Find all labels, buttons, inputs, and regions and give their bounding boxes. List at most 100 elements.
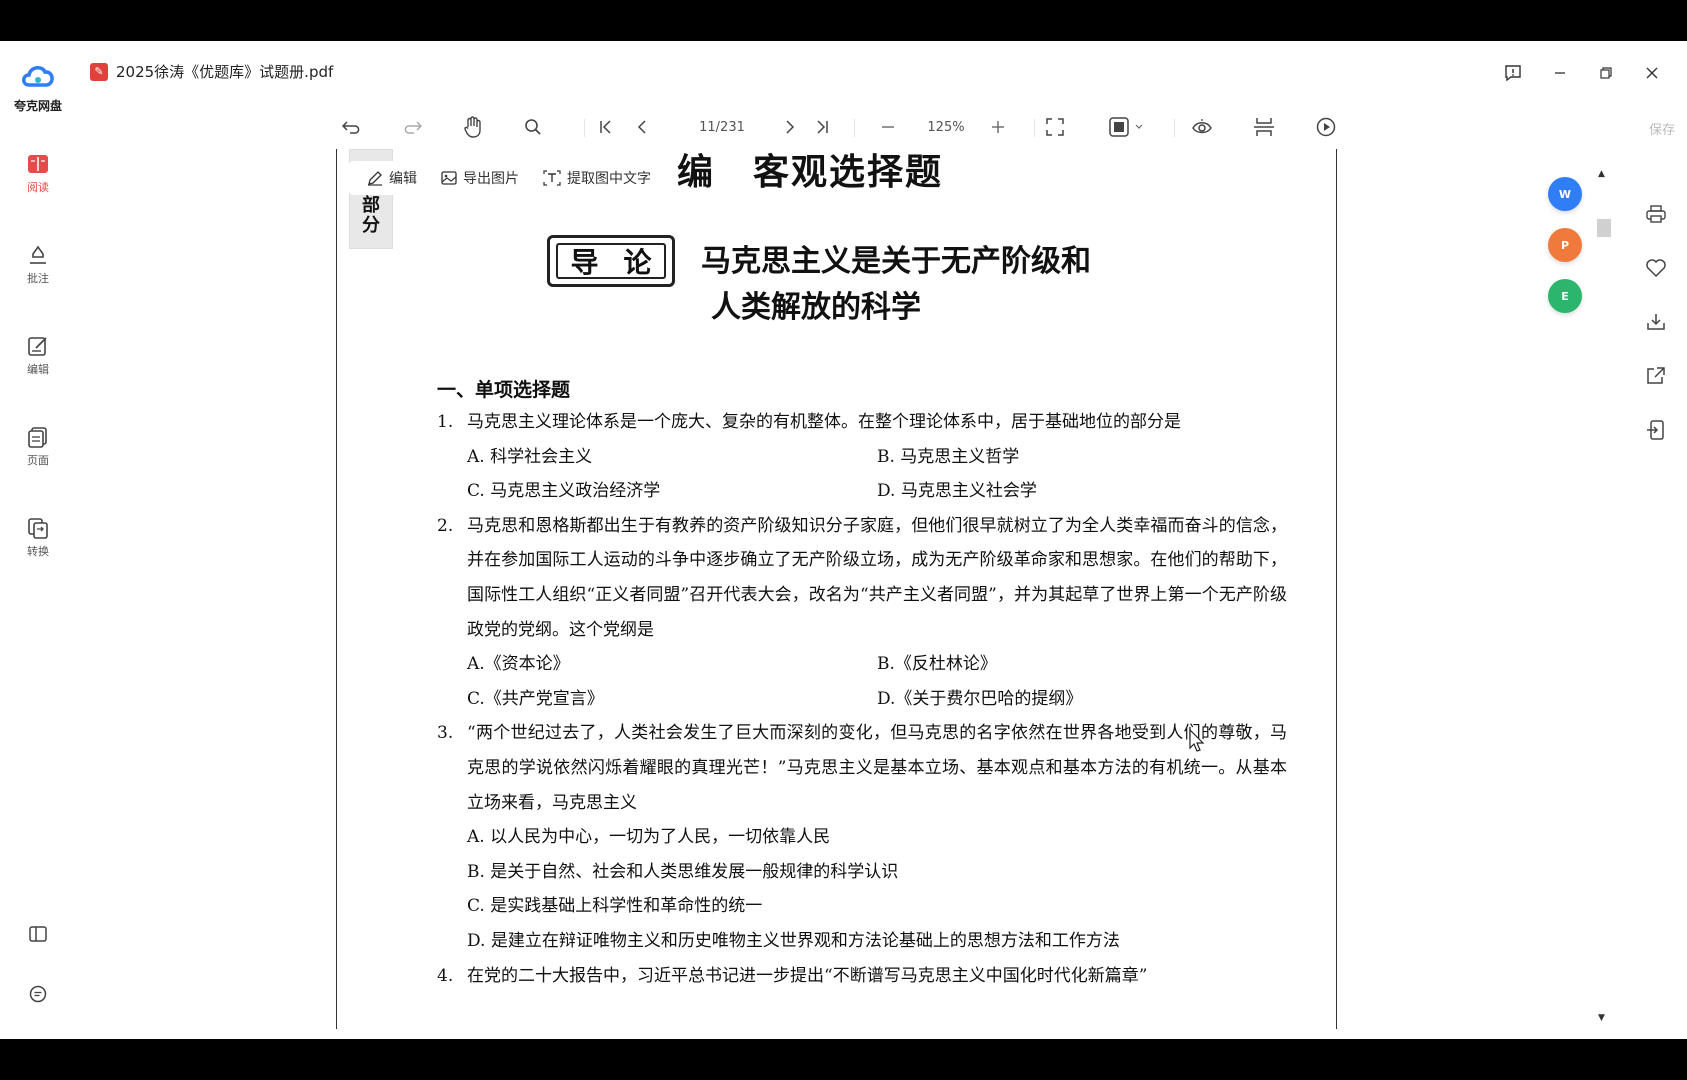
panel-toggle-icon[interactable] (25, 921, 51, 947)
file-title: ✎ 2025徐涛《优题库》试题册.pdf (90, 61, 333, 82)
nav-item-edit[interactable]: 编辑 (8, 333, 68, 377)
question-number: 4. (437, 965, 454, 986)
option: A. 科学社会主义 (467, 446, 593, 467)
file-name: 2025徐涛《优题库》试题册.pdf (116, 63, 334, 81)
convert-icon (25, 515, 51, 541)
save-button[interactable]: 保存 (1649, 119, 1675, 138)
option: C. 是实践基础上科学性和革命性的统一 (467, 896, 763, 917)
context-toolbar: 编辑 导出图片 提取图中文字 (349, 161, 669, 195)
pencil-icon (368, 171, 382, 186)
mouse-cursor-icon (1189, 729, 1205, 752)
chapter-title-line1: 马克思主义是关于无产阶级和 (701, 244, 1091, 279)
download-icon[interactable] (1643, 309, 1669, 335)
scroll-up-arrow[interactable]: ▲ (1598, 169, 1605, 179)
convert-excel-button[interactable]: E (1548, 279, 1582, 313)
search-icon[interactable] (519, 113, 547, 141)
fit-page-dropdown[interactable] (1106, 113, 1146, 141)
chapter-title-line2: 人类解放的科学 (711, 290, 921, 325)
ppt-icon: P (1560, 238, 1570, 252)
edit-button[interactable]: 编辑 (367, 168, 417, 188)
chat-icon[interactable] (25, 981, 51, 1007)
badge-char-right: 论 (623, 246, 652, 279)
export-image-button[interactable]: 导出图片 (441, 168, 519, 188)
zoom-level[interactable]: 125% (911, 113, 981, 141)
restore-button[interactable] (1592, 59, 1620, 87)
redo-icon[interactable] (398, 113, 426, 141)
last-page-icon[interactable] (810, 113, 834, 141)
text-recognize-icon (543, 170, 561, 186)
question-text: “两个世纪过去了，人类社会发生了巨大而深刻的变化，但马克思的名字依然在世界各地受… (467, 723, 1287, 813)
word-icon: W (1558, 187, 1572, 201)
nav-item-read[interactable]: 阅读 (8, 151, 68, 195)
eye-care-icon[interactable] (1188, 113, 1216, 141)
page-indicator[interactable]: 11/231 (672, 113, 772, 141)
fit-page-icon (1109, 117, 1129, 137)
first-page-icon[interactable] (594, 113, 618, 141)
part-title: 编 客观选择题 (677, 152, 944, 193)
hand-tool-icon[interactable] (459, 113, 487, 141)
toolbar: 11/231 125% 保存 (76, 105, 1687, 149)
left-nav: 夸克网盘 阅读 批注 编辑 页面 转换 (0, 41, 76, 1039)
option: D.《关于费尔巴哈的提纲》 (877, 688, 1083, 709)
option: B. 马克思主义哲学 (877, 446, 1020, 467)
scroll-down-arrow[interactable]: ▼ (1598, 1013, 1605, 1023)
option: A.《资本论》 (467, 654, 570, 675)
share-icon[interactable] (1643, 363, 1669, 389)
extract-text-label: 提取图中文字 (567, 171, 651, 187)
export-icon[interactable] (1643, 417, 1669, 443)
question-number: 3. (437, 723, 454, 744)
pen-icon (25, 242, 51, 268)
nav-label: 编辑 (27, 363, 49, 376)
undo-icon[interactable] (338, 113, 366, 141)
side-tab-text: 部 分 (362, 195, 380, 236)
play-icon[interactable] (1312, 113, 1340, 141)
badge-char-left: 导 (570, 246, 599, 279)
extract-text-button[interactable]: 提取图中文字 (543, 168, 651, 188)
chapter-board-badge: 导 论 (547, 235, 675, 287)
page-split-icon[interactable] (1250, 113, 1278, 141)
option: D. 是建立在辩证唯物主义和历史唯物主义世界观和方法论基础上的思想方法和工作方法 (467, 930, 1120, 951)
nav-item-pages[interactable]: 页面 (8, 424, 68, 468)
section-heading: 一、单项选择题 (437, 379, 571, 401)
question-item: 3. “两个世纪过去了，人类社会发生了巨大而深刻的变化，但马克思的名字依然在世界… (437, 716, 1287, 820)
question-item: 1. 马克思主义理论体系是一个庞大、复杂的有机整体。在整个理论体系中，居于基础地… (437, 405, 1287, 440)
edit-label: 编辑 (389, 171, 417, 187)
cloud-logo-icon (22, 66, 54, 87)
pdf-file-icon: ✎ (90, 62, 108, 81)
excel-icon: E (1561, 289, 1569, 303)
option-grid: A.《资本论》 B.《反杜林论》 C.《共产党宣言》 D.《关于费尔巴哈的提纲》 (437, 647, 1287, 716)
close-button[interactable] (1638, 59, 1666, 87)
chapter-title: 马克思主义是关于无产阶级和 人类解放的科学 (701, 239, 1091, 331)
nav-item-annotate[interactable]: 批注 (8, 242, 68, 286)
logo-text: 夸克网盘 (13, 99, 62, 113)
next-page-icon[interactable] (778, 113, 802, 141)
app-logo[interactable]: 夸克网盘 (8, 61, 68, 114)
document-viewer[interactable]: 部 分 编 客观选择题 编辑 导出图片 提取图中文字 导 论 马克思主义是关于无… (76, 149, 1536, 1039)
option: A. 以人民为中心，一切为了人民，一切依靠人民 (467, 827, 831, 848)
convert-word-button[interactable]: W (1548, 177, 1582, 211)
nav-item-convert[interactable]: 转换 (8, 515, 68, 559)
option: C.《共产党宣言》 (467, 688, 604, 709)
convert-ppt-button[interactable]: P (1548, 228, 1582, 262)
option: B. 是关于自然、社会和人类思维发展一般规律的科学认识 (467, 861, 899, 882)
edit-icon (25, 333, 51, 359)
favorite-icon[interactable] (1643, 255, 1669, 281)
question-number: 2. (437, 515, 454, 536)
prev-page-icon[interactable] (630, 113, 654, 141)
fullscreen-icon[interactable] (1041, 113, 1069, 141)
image-icon (441, 171, 457, 185)
nav-label: 页面 (27, 454, 49, 467)
option: D. 马克思主义社会学 (877, 481, 1037, 502)
zoom-in-icon[interactable] (988, 113, 1008, 141)
title-bar: ✎ 2025徐涛《优题库》试题册.pdf (76, 41, 1687, 105)
print-icon[interactable] (1643, 201, 1669, 227)
feedback-icon[interactable] (1499, 59, 1527, 87)
nav-label: 转换 (27, 545, 49, 558)
book-icon (25, 151, 51, 177)
question-text: 在党的二十大报告中，习近平总书记进一步提出“不断谱写马克思主义中国化时代化新篇章… (467, 965, 1148, 986)
pages-icon (25, 424, 51, 450)
scrollbar-thumb[interactable] (1597, 219, 1611, 237)
question-list: 1. 马克思主义理论体系是一个庞大、复杂的有机整体。在整个理论体系中，居于基础地… (437, 405, 1287, 993)
zoom-out-icon[interactable] (878, 113, 898, 141)
minimize-button[interactable] (1546, 59, 1574, 87)
